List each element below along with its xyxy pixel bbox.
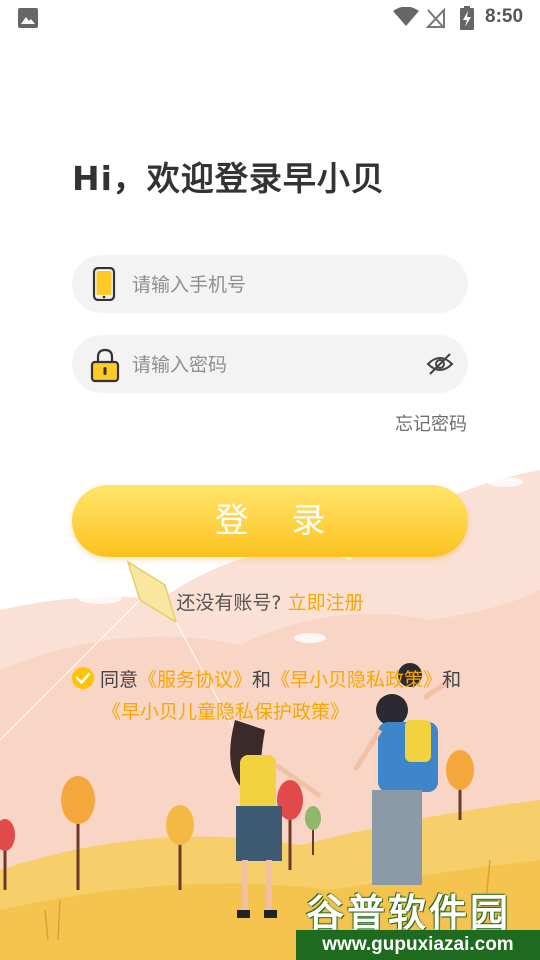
child-privacy-policy-link[interactable]: 《早小贝儿童隐私保护政策》 [102,701,349,723]
phone-icon [92,267,116,301]
watermark-url: www.gupuxiazai.com [296,930,540,960]
gallery-icon [18,8,38,28]
eye-closed-icon[interactable] [426,352,454,376]
service-agreement-link[interactable]: 《服务协议》 [138,669,252,691]
password-field-container [72,335,468,395]
battery-charging-icon [460,6,474,30]
clock: 8:50 [485,6,524,27]
agreement-prefix: 同意 [100,669,139,691]
login-button[interactable]: 登 录 [72,485,468,557]
agreement-line-1: 同意《服务协议》和《早小贝隐私政策》和 [100,664,461,696]
lock-icon [90,348,120,383]
register-link[interactable]: 立即注册 [288,592,364,614]
wifi-icon [393,7,419,26]
register-line: 还没有账号? 立即注册 [0,588,540,615]
agreement-line-2: 《早小贝儿童隐私保护政策》 [102,696,349,728]
watermark-title: 谷普软件园 [306,891,512,935]
status-bar: 8:50 [0,0,540,36]
checkbox-checked-icon[interactable] [72,667,94,689]
no-account-prompt: 还没有账号? [176,592,282,614]
page-title: Hi，欢迎登录早小贝 [72,159,385,198]
phone-field-container [72,255,468,315]
privacy-policy-link[interactable]: 《早小贝隐私政策》 [271,669,442,691]
agreement-and-2: 和 [442,669,462,691]
no-signal-icon [426,7,445,29]
phone-input[interactable] [130,255,424,315]
agreement-and-1: 和 [252,669,272,691]
password-input[interactable] [130,335,424,395]
forgot-password-link[interactable]: 忘记密码 [395,410,467,436]
watermark: 谷普软件园 www.gupuxiazai.com [296,876,540,960]
